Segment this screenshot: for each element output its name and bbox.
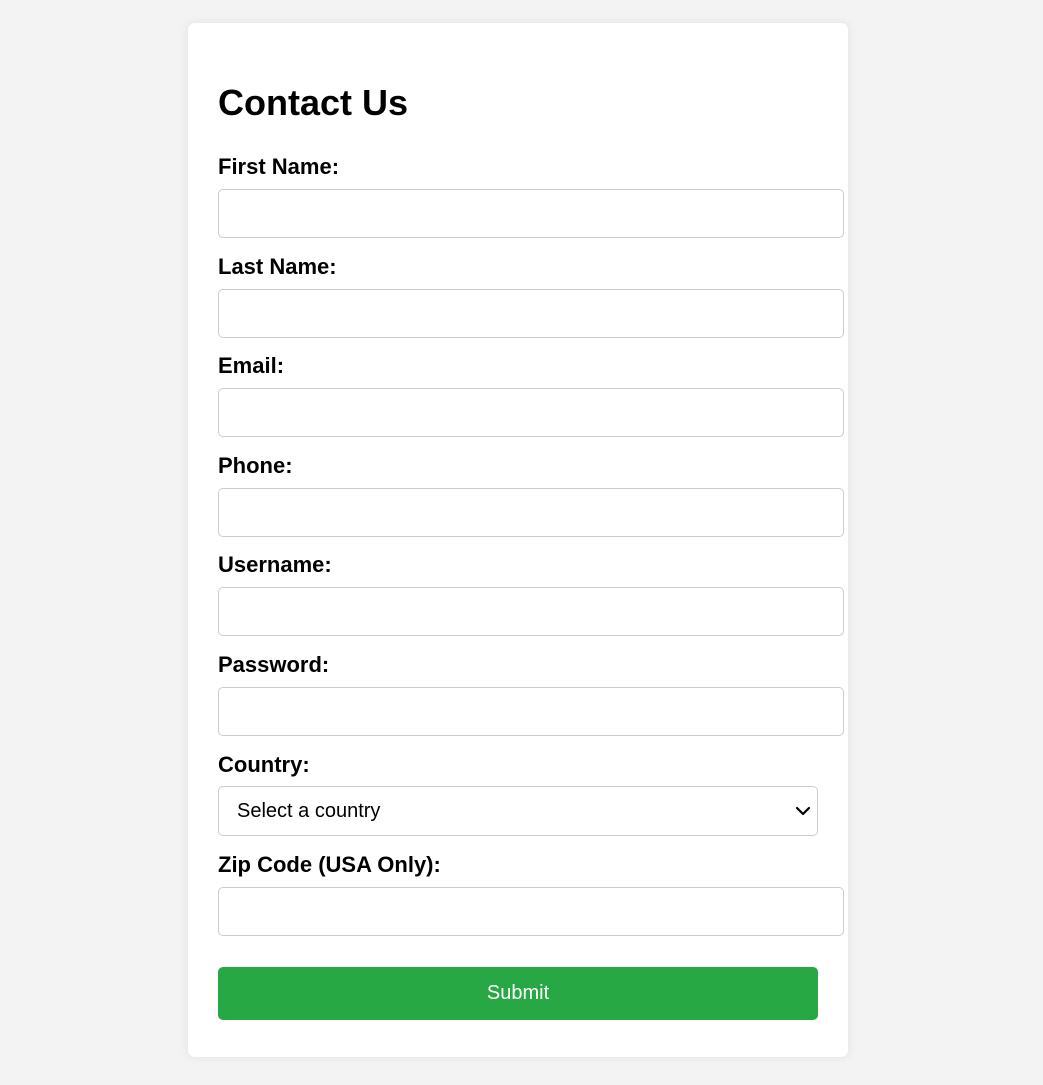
username-input[interactable] bbox=[218, 587, 844, 636]
last-name-label: Last Name: bbox=[218, 254, 337, 279]
first-name-input[interactable] bbox=[218, 189, 844, 238]
country-selected-value: Select a country bbox=[237, 800, 381, 822]
password-input[interactable] bbox=[218, 687, 844, 736]
username-label: Username: bbox=[218, 552, 332, 577]
phone-group: Phone: bbox=[218, 453, 844, 537]
email-label: Email: bbox=[218, 353, 285, 378]
contact-form-card: Contact Us First Name: Last Name: Email:… bbox=[188, 23, 848, 1057]
first-name-group: First Name: bbox=[218, 154, 844, 238]
last-name-group: Last Name: bbox=[218, 254, 844, 338]
page-title: Contact Us bbox=[218, 82, 409, 123]
country-group: Country: Select a country bbox=[218, 752, 818, 836]
password-label: Password: bbox=[218, 652, 330, 677]
country-label: Country: bbox=[218, 752, 310, 777]
zip-code-group: Zip Code (USA Only): bbox=[218, 852, 844, 936]
username-group: Username: bbox=[218, 552, 844, 636]
phone-label: Phone: bbox=[218, 453, 293, 478]
zip-code-label: Zip Code (USA Only): bbox=[218, 852, 441, 877]
zip-code-input[interactable] bbox=[218, 887, 844, 936]
country-select[interactable]: Select a country bbox=[218, 786, 818, 836]
last-name-input[interactable] bbox=[218, 289, 844, 338]
chevron-down-icon bbox=[793, 800, 813, 822]
submit-button[interactable]: Submit bbox=[218, 967, 818, 1020]
phone-input[interactable] bbox=[218, 488, 844, 537]
first-name-label: First Name: bbox=[218, 154, 340, 179]
password-group: Password: bbox=[218, 652, 844, 736]
email-input[interactable] bbox=[218, 388, 844, 437]
email-group: Email: bbox=[218, 353, 844, 437]
